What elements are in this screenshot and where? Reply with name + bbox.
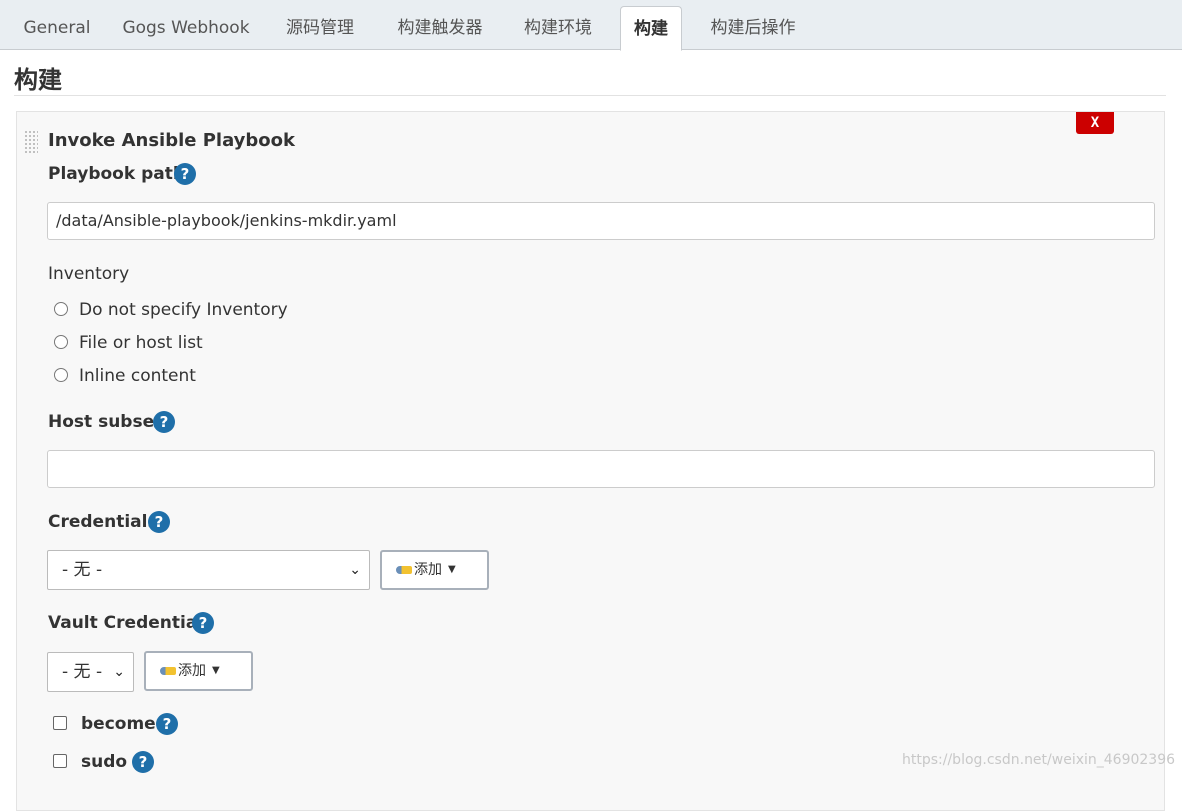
add-button-label: 添加 xyxy=(414,562,442,578)
vault-credentials-label: Vault Credentials xyxy=(48,613,214,633)
watermark: https://blog.csdn.net/weixin_46902396 xyxy=(902,752,1176,768)
playbook-path-label: Playbook path xyxy=(48,164,185,184)
chevron-down-icon: ⌄ xyxy=(113,664,125,680)
credentials-select[interactable]: - 无 - ⌄ xyxy=(47,550,370,590)
vault-selected-value: - 无 - xyxy=(62,662,103,682)
inventory-option-label: Do not specify Inventory xyxy=(79,300,288,320)
drag-handle-icon[interactable] xyxy=(24,130,38,154)
section-title: 构建 xyxy=(14,66,62,94)
vault-credentials-select[interactable]: - 无 - ⌄ xyxy=(47,652,134,692)
host-subset-input[interactable] xyxy=(47,450,1155,488)
inventory-radio-inline[interactable] xyxy=(54,368,68,382)
inventory-radio-file[interactable] xyxy=(54,335,68,349)
inventory-option-label: Inline content xyxy=(79,366,196,386)
inventory-option-label: File or host list xyxy=(79,333,203,353)
sudo-label: sudo xyxy=(81,752,128,772)
key-icon xyxy=(396,566,412,574)
add-credentials-button[interactable]: 添加 ▼ xyxy=(380,550,489,590)
playbook-path-input[interactable]: /data/Ansible-playbook/jenkins-mkdir.yam… xyxy=(47,202,1155,240)
become-label: become xyxy=(81,714,156,734)
help-icon[interactable]: ? xyxy=(192,612,214,634)
inventory-radio-none[interactable] xyxy=(54,302,68,316)
tab-build-environment[interactable]: 构建环境 xyxy=(510,6,606,50)
delete-step-button[interactable]: X xyxy=(1076,112,1114,134)
add-vault-credentials-button[interactable]: 添加 ▼ xyxy=(144,651,253,691)
tab-build[interactable]: 构建 xyxy=(620,6,682,51)
caret-down-icon: ▼ xyxy=(212,665,220,676)
help-icon[interactable]: ? xyxy=(156,713,178,735)
tab-general[interactable]: General xyxy=(12,6,102,50)
sudo-checkbox[interactable] xyxy=(53,754,67,768)
chevron-down-icon: ⌄ xyxy=(349,562,361,578)
help-icon[interactable]: ? xyxy=(153,411,175,433)
help-icon[interactable]: ? xyxy=(148,511,170,533)
key-icon xyxy=(160,667,176,675)
become-checkbox[interactable] xyxy=(53,716,67,730)
tab-source-control[interactable]: 源码管理 xyxy=(270,6,370,50)
help-icon[interactable]: ? xyxy=(132,751,154,773)
caret-down-icon: ▼ xyxy=(448,564,456,575)
tab-gogs-webhook[interactable]: Gogs Webhook xyxy=(116,6,256,50)
host-subset-label: Host subset xyxy=(48,412,163,432)
add-button-label: 添加 xyxy=(178,663,206,679)
credentials-label: Credentials xyxy=(48,512,158,532)
credentials-selected-value: - 无 - xyxy=(62,560,103,580)
tab-bar: General Gogs Webhook 源码管理 构建触发器 构建环境 构建 … xyxy=(0,0,1182,51)
help-icon[interactable]: ? xyxy=(174,163,196,185)
tab-build-triggers[interactable]: 构建触发器 xyxy=(384,6,496,50)
step-title: Invoke Ansible Playbook xyxy=(48,130,296,151)
section-divider xyxy=(14,95,1166,96)
tab-post-build-actions[interactable]: 构建后操作 xyxy=(696,6,810,50)
inventory-label: Inventory xyxy=(48,264,130,284)
